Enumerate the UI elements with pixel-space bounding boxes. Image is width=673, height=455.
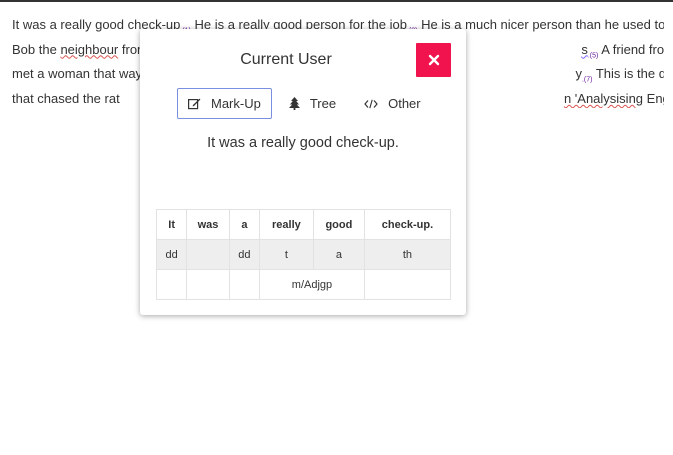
- current-sentence: It was a really good check-up.: [207, 135, 399, 151]
- table-cell[interactable]: [363, 269, 452, 300]
- table-header-cell[interactable]: good: [312, 209, 365, 240]
- tab-tree[interactable]: Tree: [278, 88, 347, 119]
- view-tabs: Mark-Up Tree Other: [177, 88, 438, 119]
- tab-other-label: Other: [388, 96, 421, 111]
- document-text-segment: A friend from John's lacrosse team: [601, 41, 664, 57]
- sentence-marker[interactable]: .(5): [588, 52, 599, 59]
- table-cell[interactable]: t: [259, 239, 314, 270]
- document-text-segment: This is the dog that scared the cat: [595, 66, 664, 82]
- edit-icon: [188, 98, 201, 110]
- close-icon: [428, 54, 439, 66]
- table-header-cell[interactable]: check-up.: [363, 209, 452, 240]
- table-row: m/Adjgp: [155, 269, 452, 300]
- tab-mark-up-label: Mark-Up: [211, 96, 261, 111]
- table-cell[interactable]: [155, 269, 188, 300]
- tab-tree-label: Tree: [309, 96, 337, 111]
- table-cell[interactable]: [228, 269, 261, 300]
- window-top-border: [0, 0, 673, 2]
- table-cell[interactable]: th: [363, 239, 452, 270]
- tab-other[interactable]: Other: [353, 88, 432, 119]
- table-cell-span[interactable]: m/Adjgp: [259, 269, 365, 300]
- document-text-segment: met a woman that way: [12, 66, 143, 82]
- table-header-cell[interactable]: was: [186, 209, 230, 240]
- document-text-segment: that chased the rat: [12, 90, 120, 106]
- document-text-segment: n 'Analysising: [563, 90, 644, 106]
- table-header-cell[interactable]: a: [228, 209, 261, 240]
- current-user-modal: Current User Mark-Up Tree Other It was a…: [140, 29, 466, 315]
- document-text-segment: English Grammar, A: [646, 90, 664, 106]
- table-cell[interactable]: a: [312, 239, 365, 270]
- table-cell[interactable]: dd: [228, 239, 261, 270]
- table-cell[interactable]: [186, 239, 230, 270]
- document-text-segment: Bob the: [12, 41, 61, 57]
- table-cell[interactable]: dd: [155, 239, 188, 270]
- document-text-segment: neighbour: [60, 41, 119, 57]
- tab-mark-up[interactable]: Mark-Up: [177, 88, 272, 119]
- table-header-cell[interactable]: It: [155, 209, 188, 240]
- markup-table: It was a really good check-up. dd dd t a…: [155, 209, 452, 300]
- close-button[interactable]: [416, 43, 451, 77]
- tree-icon: [288, 97, 300, 110]
- table-header-cell[interactable]: really: [259, 209, 314, 240]
- modal-title: Current User: [240, 51, 332, 68]
- table-cell[interactable]: [186, 269, 230, 300]
- table-row: dd dd t a th: [155, 239, 452, 270]
- table-header-row: It was a really good check-up.: [155, 209, 452, 240]
- sentence-marker[interactable]: .(7): [582, 77, 593, 84]
- code-icon: [364, 99, 378, 109]
